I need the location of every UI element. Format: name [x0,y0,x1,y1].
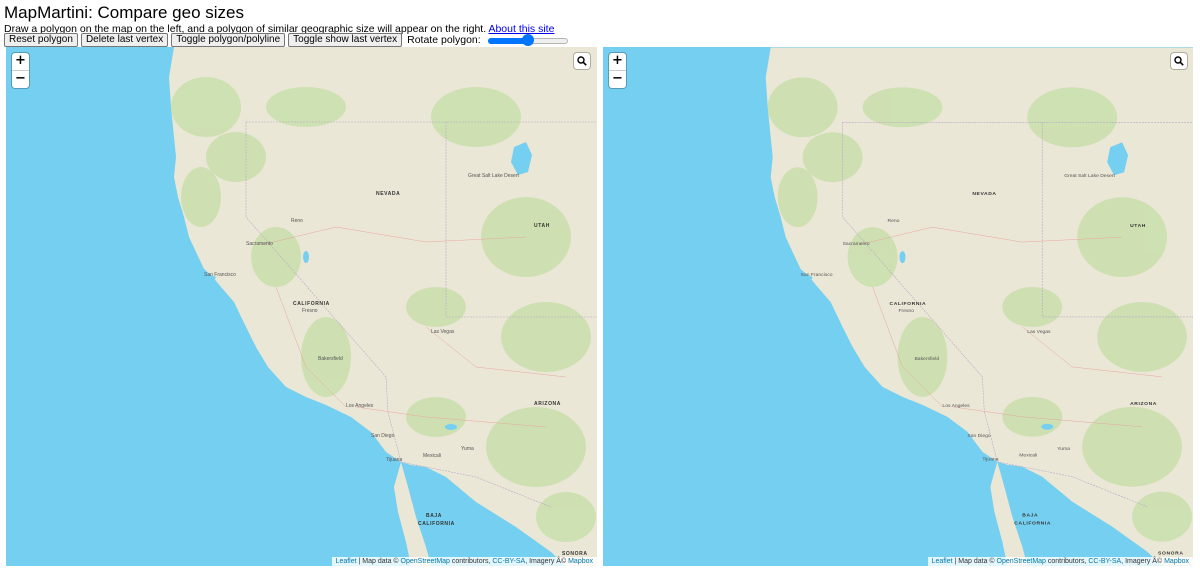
label-utah: UTAH [534,223,550,229]
label-salt-lake: Great Salt Lake Desert [1064,173,1115,179]
map-attribution: Leaflet | Map data © OpenStreetMap contr… [331,557,597,566]
left-map[interactable]: NEVADA UTAH CALIFORNIA ARIZONA BAJA CALI… [6,47,597,566]
label-fresno: Fresno [898,308,914,314]
label-sonora: SONORA [1158,551,1183,557]
label-tijuana: Tijuana [982,457,998,463]
header: MapMartini: Compare geo sizes Draw a pol… [4,3,1194,36]
map-attribution: Leaflet | Map data © OpenStreetMap contr… [927,557,1193,566]
label-yuma: Yuma [461,446,474,452]
zoom-control: + − [12,53,29,88]
delete-last-vertex-button[interactable]: Delete last vertex [80,33,169,47]
magnifier-icon [1174,56,1184,66]
label-nevada: NEVADA [972,191,996,197]
mapbox-link[interactable]: Mapbox [568,558,593,565]
label-mexicali: Mexicali [1019,453,1037,459]
label-sacramento: Sacramento [843,241,870,247]
zoom-in-button[interactable]: + [12,53,29,70]
toggle-show-last-vertex-button[interactable]: Toggle show last vertex [288,33,403,47]
search-button[interactable] [1171,53,1187,69]
label-california: CALIFORNIA [890,301,927,307]
license-link[interactable]: CC-BY-SA [1088,558,1121,565]
label-yuma: Yuma [1057,446,1070,452]
rotate-polygon-label: Rotate polygon: [407,34,481,46]
label-san-diego: San Diego [371,433,395,439]
zoom-out-button[interactable]: − [12,70,29,88]
leaflet-link[interactable]: Leaflet [932,558,953,565]
search-button[interactable] [574,53,590,69]
label-baja: BAJA [426,513,442,519]
label-salt-lake: Great Salt Lake Desert [468,173,519,179]
attribution-text: , Imagery Â© [1121,558,1165,565]
label-mexicali: Mexicali [423,453,441,459]
map-tiles[interactable]: NEVADA UTAH CALIFORNIA ARIZONA BAJA CALI… [603,47,1193,566]
reset-polygon-button[interactable]: Reset polygon [4,33,78,47]
label-los-angeles: Los Angeles [346,403,374,409]
osm-link[interactable]: OpenStreetMap [401,558,450,565]
label-tijuana: Tijuana [386,457,402,463]
toolbar: Reset polygon Delete last vertex Toggle … [4,33,568,47]
label-reno: Reno [291,218,303,224]
attribution-text: | Map data © [356,558,401,565]
label-arizona: ARIZONA [1130,401,1157,407]
label-san-diego: San Diego [967,433,991,439]
label-fresno: Fresno [302,308,318,314]
label-sacramento: Sacramento [246,241,273,247]
label-reno: Reno [888,218,900,224]
label-los-angeles: Los Angeles [942,403,970,409]
license-link[interactable]: CC-BY-SA [492,558,525,565]
zoom-out-button[interactable]: − [609,70,626,88]
mapbox-link[interactable]: Mapbox [1164,558,1189,565]
label-baja-california: CALIFORNIA [418,521,455,527]
page-title: MapMartini: Compare geo sizes [4,3,244,22]
label-nevada: NEVADA [376,191,400,197]
label-bakersfield: Bakersfield [318,356,343,362]
label-baja: BAJA [1022,513,1038,519]
zoom-in-button[interactable]: + [609,53,626,70]
toggle-polygon-polyline-button[interactable]: Toggle polygon/polyline [171,33,286,47]
label-san-francisco: San Francisco [801,272,833,278]
attribution-text: , Imagery Â© [525,558,569,565]
label-california: CALIFORNIA [293,301,330,307]
label-arizona: ARIZONA [534,401,561,407]
label-las-vegas: Las Vegas [1027,329,1051,335]
slider-thumb[interactable] [521,34,534,46]
map-tiles[interactable]: NEVADA UTAH CALIFORNIA ARIZONA BAJA CALI… [6,47,597,566]
label-san-francisco: San Francisco [204,272,236,278]
leaflet-link[interactable]: Leaflet [336,558,357,565]
attribution-text: contributors, [449,558,493,565]
osm-link[interactable]: OpenStreetMap [997,558,1046,565]
magnifier-icon [577,56,587,66]
label-bakersfield: Bakersfield [914,356,939,362]
label-utah: UTAH [1130,223,1146,229]
zoom-control: + − [609,53,626,88]
label-las-vegas: Las Vegas [431,329,455,335]
rotate-polygon-slider[interactable] [487,34,568,46]
label-baja-california: CALIFORNIA [1014,521,1051,527]
attribution-text: | Map data © [952,558,997,565]
attribution-text: contributors, [1045,558,1089,565]
right-map[interactable]: NEVADA UTAH CALIFORNIA ARIZONA BAJA CALI… [603,47,1193,566]
